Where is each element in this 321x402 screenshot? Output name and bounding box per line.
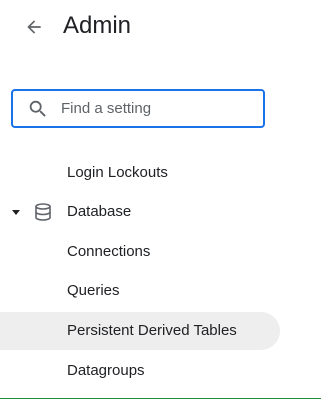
database-icon: [35, 203, 51, 221]
nav-item-login-lockouts[interactable]: Login Lockouts: [0, 154, 280, 192]
nav-item-label: Login Lockouts: [67, 164, 168, 181]
page-title: Admin: [63, 12, 132, 39]
divider: [0, 398, 321, 399]
nav-item-persistent-derived-tables[interactable]: Persistent Derived Tables: [0, 312, 280, 350]
search-icon: [29, 100, 46, 117]
nav-item-connections[interactable]: Connections: [0, 233, 280, 271]
back-button[interactable]: [22, 15, 46, 39]
nav-item-label: Database: [67, 203, 132, 220]
nav-item-label: Connections: [67, 243, 151, 260]
arrow-back-icon[interactable]: [24, 17, 44, 37]
nav-group-database[interactable]: Database: [0, 193, 280, 231]
nav-item-queries[interactable]: Queries: [0, 272, 280, 310]
header: Admin: [0, 0, 321, 56]
nav-item-label: Queries: [67, 282, 120, 299]
caret-down-icon[interactable]: [11, 207, 21, 217]
search-box[interactable]: [11, 89, 265, 128]
search-input[interactable]: [61, 91, 256, 126]
nav-item-label: Persistent Derived Tables: [67, 322, 237, 339]
nav-item-datagroups[interactable]: Datagroups: [0, 352, 280, 390]
nav-item-label: Datagroups: [67, 362, 145, 379]
